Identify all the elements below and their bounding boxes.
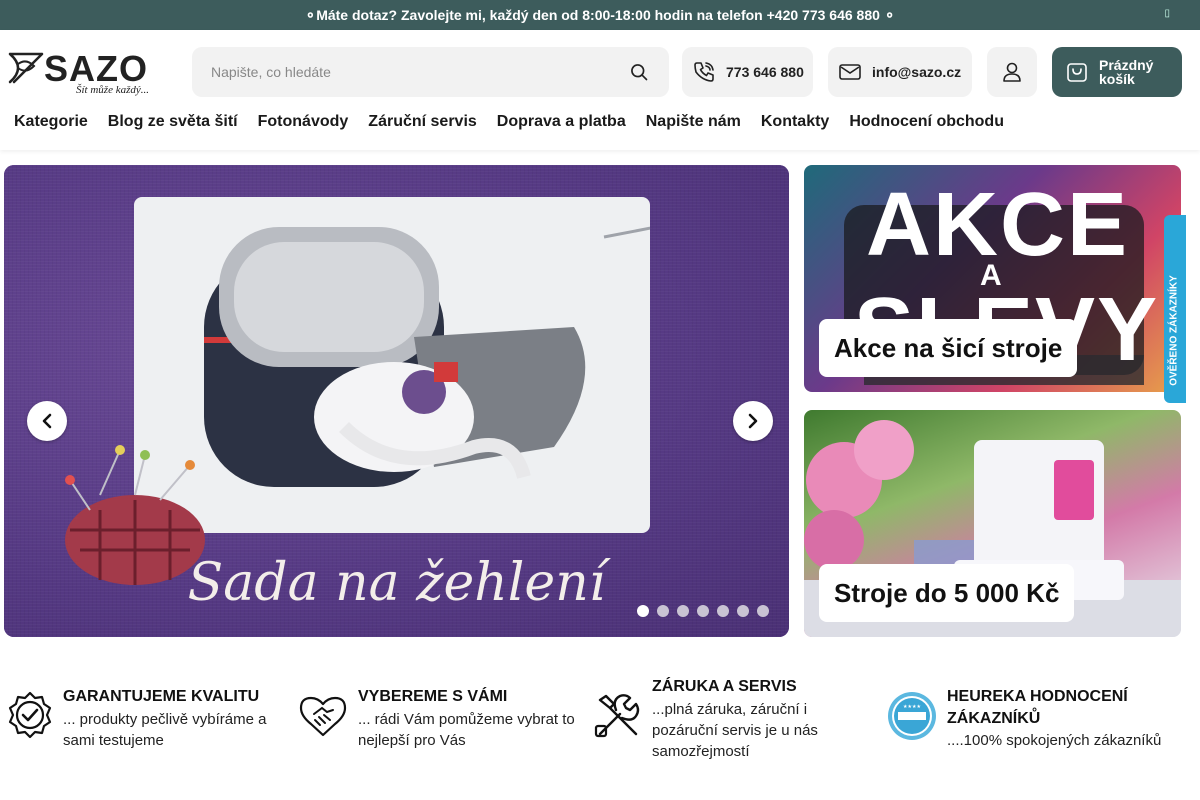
mail-icon xyxy=(838,60,862,84)
feature-text: ...plná záruka, záruční i pozáruční serv… xyxy=(652,701,818,760)
needle-logo-icon xyxy=(8,52,44,84)
slider-dot[interactable] xyxy=(757,605,769,617)
logo-tagline: Šít může každý... xyxy=(76,84,150,96)
hero-slide-text: Sada na žehlení xyxy=(187,553,606,613)
announcement-bar: ⚬Máte dotaz? Zavolejte mi, každý den od … xyxy=(0,0,1200,30)
slider-dot[interactable] xyxy=(737,605,749,617)
slider-dot[interactable] xyxy=(637,605,649,617)
nav-item-napiste-nam[interactable]: Napište nám xyxy=(636,113,751,137)
slider-dot[interactable] xyxy=(677,605,689,617)
user-icon xyxy=(1000,60,1024,84)
nav-item-hodnoceni[interactable]: Hodnocení obchodu xyxy=(839,113,1014,137)
search-box xyxy=(192,47,669,97)
quality-badge-icon xyxy=(8,691,52,739)
cart-icon xyxy=(1067,63,1087,82)
phone-icon xyxy=(692,60,716,84)
svg-text:★★★★: ★★★★ xyxy=(903,704,921,710)
slider-dot[interactable] xyxy=(697,605,709,617)
tools-icon xyxy=(594,694,640,738)
announcement-close-icon[interactable]: ▯ xyxy=(1164,8,1170,19)
cart-button[interactable]: Prázdný košík xyxy=(1052,47,1182,97)
feature-text: ... produkty pečlivě vybíráme a sami tes… xyxy=(63,711,267,749)
phone-button[interactable]: 773 646 880 xyxy=(682,47,813,97)
account-button[interactable] xyxy=(987,47,1037,97)
phone-label: 773 646 880 xyxy=(726,64,804,80)
slider-dot[interactable] xyxy=(657,605,669,617)
promo-label-machines: Stroje do 5 000 Kč xyxy=(819,564,1075,622)
cart-label: Prázdný košík xyxy=(1099,57,1154,87)
nav-item-zarucni-servis[interactable]: Záruční servis xyxy=(358,113,487,137)
feature-choose: VYBEREME S VÁMI ... rádi Vám pomůžeme vy… xyxy=(297,676,587,766)
search-icon[interactable] xyxy=(629,62,649,82)
feature-warranty: ZÁRUKA A SERVIS ...plná záruka, záruční … xyxy=(592,676,872,766)
slider-dot[interactable] xyxy=(717,605,729,617)
hero-product-image xyxy=(134,175,683,533)
features-row: GARANTUJEME KVALITU ... produkty pečlivě… xyxy=(0,676,1200,776)
chevron-left-icon xyxy=(42,413,52,429)
nav-item-doprava[interactable]: Doprava a platba xyxy=(487,113,636,137)
verified-badge-text: OVĚŘENO ZÁKAZNÍKY xyxy=(1168,275,1180,386)
promo-sale[interactable]: AKCE A SLEVY Akce na šicí stroje xyxy=(804,165,1181,392)
promo-label-sale: Akce na šicí stroje xyxy=(819,319,1078,377)
feature-title: ZÁRUKA A SERVIS xyxy=(652,678,797,695)
feature-quality: GARANTUJEME KVALITU ... produkty pečlivě… xyxy=(4,676,284,766)
main-nav: Kategorie Blog ze světa šití Fotonávody … xyxy=(0,113,1014,137)
nav-item-fotonavody[interactable]: Fotonávody xyxy=(248,113,359,137)
promo-machines[interactable]: Stroje do 5 000 Kč xyxy=(804,410,1181,637)
site-header: SAZO Šít může každý... 773 646 880 info@… xyxy=(0,30,1200,150)
slider-next-button[interactable] xyxy=(733,401,773,441)
search-input[interactable] xyxy=(192,47,612,97)
slider-prev-button[interactable] xyxy=(27,401,67,441)
feature-text: ....100% spokojených zákazníků xyxy=(947,732,1162,749)
feature-title: GARANTUJEME KVALITU xyxy=(63,688,260,705)
email-button[interactable]: info@sazo.cz xyxy=(828,47,972,97)
chevron-right-icon xyxy=(748,413,758,429)
handshake-icon xyxy=(299,696,347,737)
verified-badge[interactable]: OVĚŘENO ZÁKAZNÍKY xyxy=(1164,215,1186,403)
promo-art-akce: AKCE xyxy=(866,175,1130,275)
feature-title: HEUREKA HODNOCENÍ ZÁKAZNÍKŮ xyxy=(947,688,1128,727)
logo[interactable]: SAZO Šít může každý... xyxy=(6,46,166,102)
hero-slider[interactable]: Sada na žehlení xyxy=(4,165,789,637)
heureka-icon: ★★★★ xyxy=(888,692,936,740)
nav-item-blog[interactable]: Blog ze světa šití xyxy=(98,113,248,137)
email-label: info@sazo.cz xyxy=(872,64,962,80)
slider-dots xyxy=(637,605,777,617)
feature-heureka: ★★★★ HEUREKA HODNOCENÍ ZÁKAZNÍKŮ ....100… xyxy=(886,676,1196,766)
feature-title: VYBEREME S VÁMI xyxy=(358,688,508,705)
feature-text: ... rádi Vám pomůžeme vybrat to nejlepší… xyxy=(358,711,575,749)
nav-item-kontakty[interactable]: Kontakty xyxy=(751,113,839,137)
announcement-text: ⚬Máte dotaz? Zavolejte mi, každý den od … xyxy=(304,6,896,23)
nav-item-kategorie[interactable]: Kategorie xyxy=(0,113,98,137)
